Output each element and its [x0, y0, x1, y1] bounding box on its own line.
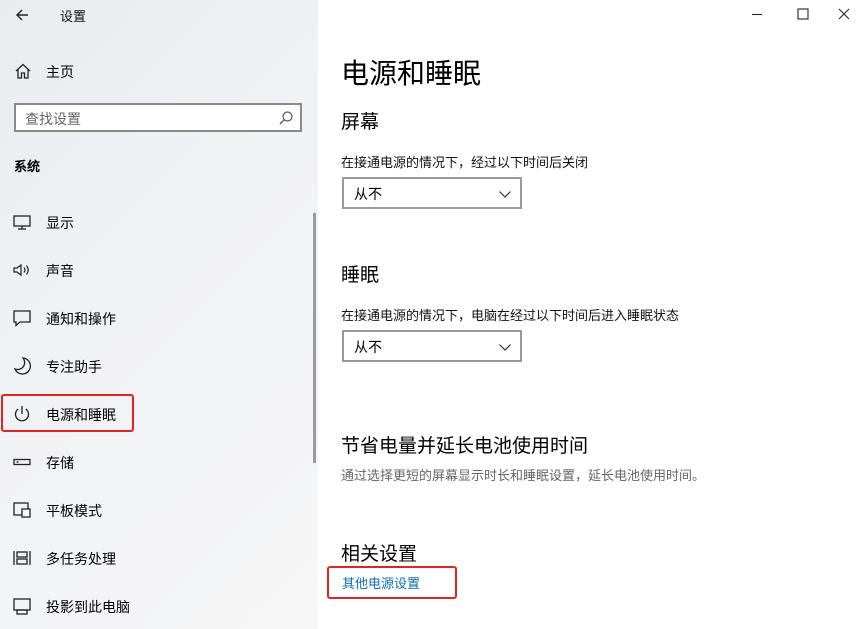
app-title: 设置	[60, 10, 87, 25]
storage-icon	[13, 458, 31, 466]
sidebar-item-storage[interactable]: 存储	[0, 444, 312, 480]
sleep-description: 在接通电源的情况下，电脑在经过以下时间后进入睡眠状态	[341, 309, 680, 324]
main-content: 电源和睡眠 屏幕 在接通电源的情况下，经过以下时间后关闭 从不 睡眠 在接通电源…	[318, 0, 862, 629]
highlight-box-power-link	[327, 566, 457, 599]
sidebar-item-multitasking[interactable]: 多任务处理	[0, 540, 312, 576]
search-input[interactable]: 查找设置	[14, 103, 302, 132]
screen-timeout-dropdown[interactable]: 从不	[342, 177, 522, 209]
close-icon	[838, 8, 850, 20]
sidebar-item-notifications[interactable]: 通知和操作	[0, 300, 312, 336]
notification-icon	[13, 310, 31, 327]
sidebar-item-project[interactable]: 投影到此电脑	[0, 588, 312, 624]
highlight-box-power-sleep	[1, 394, 134, 432]
tablet-icon	[13, 502, 31, 518]
sidebar-item-tablet-mode[interactable]: 平板模式	[0, 492, 312, 528]
sidebar-item-display[interactable]: 显示	[0, 204, 312, 240]
titlebar-left: 设置	[0, 0, 318, 30]
sidebar-item-label: 投影到此电脑	[46, 600, 130, 616]
sidebar-scrollbar[interactable]	[313, 213, 316, 463]
sidebar-item-label: 平板模式	[46, 504, 102, 520]
screen-description: 在接通电源的情况下，经过以下时间后关闭	[341, 156, 589, 171]
maximize-button[interactable]	[780, 0, 826, 30]
moon-icon	[13, 357, 32, 375]
close-button[interactable]	[826, 0, 862, 30]
sleep-timeout-dropdown[interactable]: 从不	[342, 330, 522, 362]
related-settings-heading: 相关设置	[341, 543, 418, 565]
sidebar-item-label: 声音	[46, 264, 74, 280]
sidebar-item-focus-assist[interactable]: 专注助手	[0, 348, 312, 384]
monitor-icon	[13, 215, 31, 230]
sidebar-item-sound[interactable]: 声音	[0, 252, 312, 288]
home-icon	[15, 63, 31, 79]
battery-description: 通过选择更短的屏幕显示时长和睡眠设置，延长电池使用时间。	[341, 469, 706, 484]
dropdown-value: 从不	[354, 187, 382, 203]
search-placeholder: 查找设置	[25, 112, 81, 128]
sidebar-item-label: 显示	[46, 216, 74, 232]
sleep-heading: 睡眠	[341, 264, 380, 286]
search-icon[interactable]	[278, 110, 294, 126]
dropdown-value: 从不	[354, 340, 382, 356]
sidebar-item-label: 通知和操作	[46, 312, 116, 328]
speaker-icon	[13, 263, 29, 277]
chevron-down-icon	[499, 191, 511, 198]
battery-heading: 节省电量并延长电池使用时间	[341, 435, 589, 457]
page-title: 电源和睡眠	[341, 57, 482, 90]
multitask-icon	[13, 551, 31, 565]
chevron-down-icon	[499, 344, 511, 351]
sidebar-item-label: 存储	[46, 456, 74, 472]
home-nav-item[interactable]: 主页	[14, 60, 304, 82]
sidebar-item-label: 专注助手	[46, 360, 102, 376]
sidebar-item-label: 多任务处理	[46, 552, 116, 568]
home-label: 主页	[46, 65, 74, 81]
minimize-button[interactable]	[734, 0, 780, 30]
back-button[interactable]	[12, 4, 34, 26]
maximize-icon	[797, 8, 809, 20]
sidebar: 设置 主页 查找设置 系统 显示 声音 通知和操作 专注助手 电源和睡眠 存储 …	[0, 0, 318, 629]
section-label-system: 系统	[14, 160, 41, 175]
project-icon	[13, 598, 31, 615]
minimize-icon	[752, 13, 762, 16]
screen-heading: 屏幕	[341, 111, 380, 133]
back-arrow-icon	[16, 9, 28, 21]
